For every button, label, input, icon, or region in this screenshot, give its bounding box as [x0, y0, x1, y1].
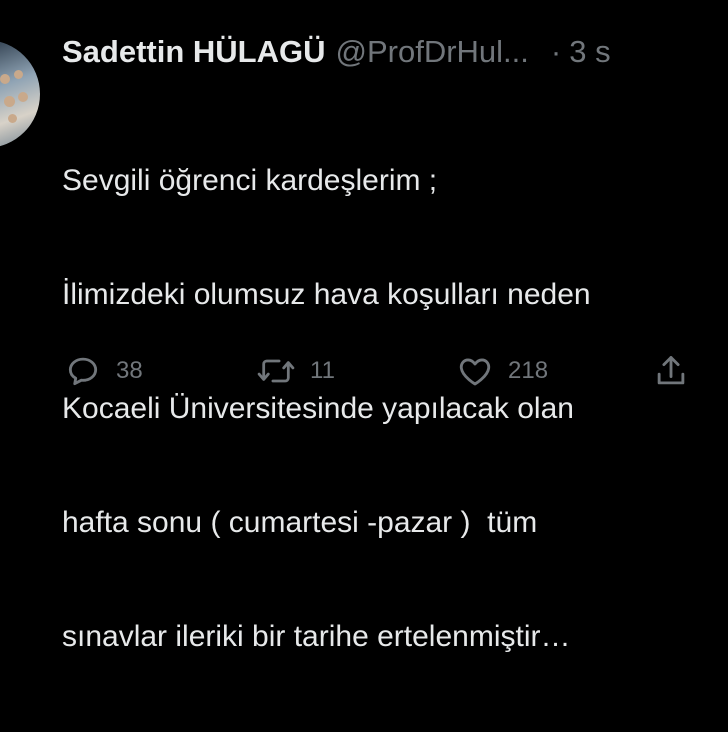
tweet-text-line: Sevgili öğrenci kardeşlerim ;	[62, 164, 438, 197]
like-count: 218	[508, 357, 549, 384]
tweet-actions: 38 11 218	[0, 352, 728, 396]
share-icon	[657, 356, 685, 385]
tweet-text-line: İlimizdeki olumsuz hava koşulları neden	[62, 278, 591, 311]
tweet-text-line: sınavlar ileriki bir tarihe ertelenmişti…	[62, 620, 571, 653]
reply-button[interactable]: 38	[64, 352, 143, 390]
reply-count: 38	[116, 357, 143, 384]
separator-dot: ·	[550, 34, 562, 69]
heart-icon	[459, 358, 491, 386]
author-handle[interactable]: @ProfDrHul...	[336, 34, 529, 69]
tweet-header: Sadettin HÜLAGÜ @ProfDrHul... · 3 s	[62, 32, 611, 72]
retweet-icon	[257, 359, 295, 383]
retweet-button[interactable]: 11	[256, 352, 335, 390]
tweet-text: Sevgili öğrenci kardeşlerim ; İlimizdeki…	[62, 86, 728, 732]
avatar[interactable]	[0, 40, 40, 148]
tweet-time[interactable]: 3 s	[569, 34, 610, 69]
retweet-count: 11	[310, 357, 335, 384]
like-button[interactable]: 218	[456, 352, 548, 390]
share-button[interactable]	[652, 352, 690, 390]
reply-icon	[68, 357, 98, 386]
tweet-text-line: hafta sonu ( cumartesi -pazar ) tüm	[62, 506, 538, 539]
author-name[interactable]: Sadettin HÜLAGÜ	[62, 34, 326, 69]
